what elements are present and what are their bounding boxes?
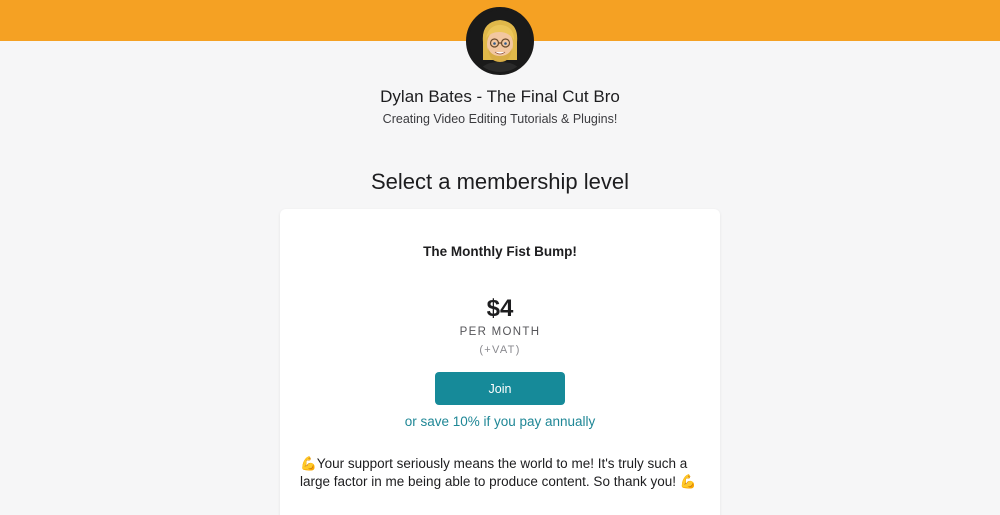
creator-tagline: Creating Video Editing Tutorials & Plugi… xyxy=(382,112,618,126)
tax-note: (+VAT) xyxy=(479,344,521,356)
tier-description: 💪Your support seriously means the world … xyxy=(300,456,697,489)
avatar-icon xyxy=(469,10,531,72)
section-title: Select a membership level xyxy=(370,169,629,194)
membership-tier-card: The Monthly Fist Bump! $4 PER MONTH (+VA… xyxy=(280,209,720,515)
membership-page: Dylan Bates - The Final Cut Bro Creating… xyxy=(0,0,1000,515)
tier-price: $4 xyxy=(486,295,514,322)
join-button[interactable]: Join xyxy=(435,372,565,405)
creator-avatar[interactable] xyxy=(466,7,534,75)
creator-name: Dylan Bates - The Final Cut Bro xyxy=(380,87,620,106)
billing-period: PER MONTH xyxy=(459,326,541,338)
tier-name: The Monthly Fist Bump! xyxy=(423,244,577,259)
annual-savings-link[interactable]: or save 10% if you pay annually xyxy=(280,414,720,429)
